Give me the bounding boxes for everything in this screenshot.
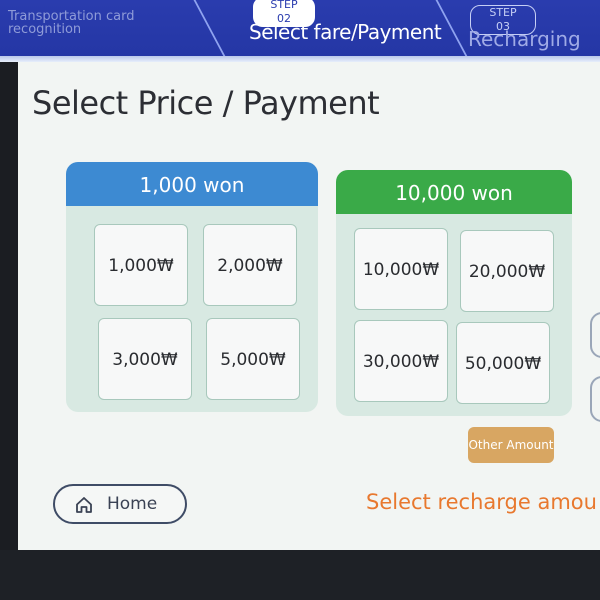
fare-option-3000[interactable]: 3,000₩ bbox=[98, 318, 192, 400]
step2-label: Select fare/Payment bbox=[249, 20, 442, 44]
step-divider bbox=[155, 0, 233, 62]
fare-option-2000[interactable]: 2,000₩ bbox=[203, 224, 297, 306]
side-scroll-tab[interactable] bbox=[590, 312, 600, 358]
other-amount-button[interactable]: Other Amount bbox=[468, 427, 554, 463]
step-header: Transportation card recognition STEP 02 … bbox=[0, 0, 600, 62]
fare-option-5000[interactable]: 5,000₩ bbox=[206, 318, 300, 400]
instruction-prompt: Select recharge amou bbox=[366, 490, 597, 514]
fare-option-50000[interactable]: 50,000₩ bbox=[456, 322, 550, 404]
fare-group-10000: 10,000 won 10,000₩ 20,000₩ 30,000₩ 50,00… bbox=[336, 170, 572, 416]
fare-group-title: 1,000 won bbox=[66, 162, 318, 206]
fare-option-30000[interactable]: 30,000₩ bbox=[354, 320, 448, 402]
fare-option-20000[interactable]: 20,000₩ bbox=[460, 230, 554, 312]
step3-label: Recharging bbox=[468, 27, 581, 51]
fare-option-1000[interactable]: 1,000₩ bbox=[94, 224, 188, 306]
step1-label: Transportation card recognition bbox=[8, 9, 135, 37]
fare-group-title: 10,000 won bbox=[336, 170, 572, 214]
kiosk-bezel bbox=[0, 550, 600, 600]
side-scroll-tab[interactable] bbox=[590, 376, 600, 422]
home-label: Home bbox=[107, 494, 158, 514]
home-button[interactable]: Home bbox=[53, 484, 187, 524]
home-icon bbox=[76, 497, 92, 513]
page-title: Select Price / Payment bbox=[32, 84, 380, 122]
fare-option-10000[interactable]: 10,000₩ bbox=[354, 228, 448, 310]
fare-group-1000: 1,000 won 1,000₩ 2,000₩ 3,000₩ 5,000₩ bbox=[66, 162, 318, 412]
